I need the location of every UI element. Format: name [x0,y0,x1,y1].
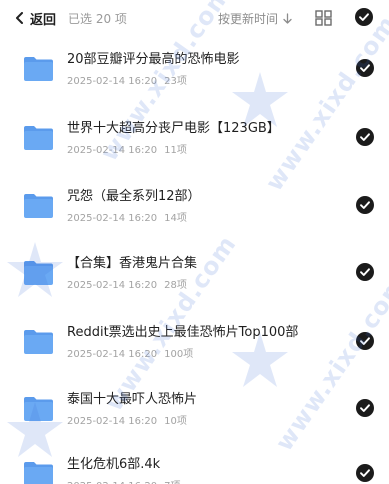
file-row[interactable]: 【合集】香港鬼片合集 2025-02-14 16:20 28项 [0,244,389,304]
grid-view-icon[interactable] [315,10,332,26]
file-meta: 2025-02-14 16:207项 [67,477,181,484]
file-row[interactable]: 20部豆瓣评分最高的恐怖电影 2025-02-14 16:20 23项 [0,40,389,100]
file-item-count: 10项 [164,416,187,427]
file-name: 生化危机6部.4k [67,457,161,472]
folder-icon [24,462,53,484]
selection-header: 返回 已选 20 项 按更新时间 [0,0,389,36]
file-item-count: 100项 [164,349,194,360]
file-row[interactable]: Reddit票选出史上最佳恐怖片Top100部 2025-02-14 16:20 1… [0,313,389,373]
file-name: 【合集】香港鬼片合集 [67,256,198,271]
file-date: 2025-02-14 16:20 [67,213,158,224]
file-meta: 2025-02-14 16:20 10项 [67,412,187,427]
file-name: 咒怨（最全系列12部） [67,189,201,204]
file-row[interactable]: 世界十大超高分丧尸电影【123GB】 2025-02-14 16:20 11项 [0,109,389,169]
sort-label: 按更新时间 [218,12,279,26]
folder-icon [24,57,53,81]
folder-icon [24,397,53,421]
file-meta: 2025-02-14 16:20 23项 [67,72,187,87]
file-meta: 2025-02-14 16:20 28项 [67,276,187,291]
file-name: Reddit票选出史上最佳恐怖片Top100部 [67,325,299,340]
folder-icon [24,261,53,285]
file-date: 2025-02-14 16:20 [67,416,158,427]
file-meta: 2025-02-14 16:20 11项 [67,141,187,156]
checkmark-circle-icon[interactable] [356,399,374,417]
file-row[interactable]: 咒怨（最全系列12部） 2025-02-14 16:20 14项 [0,177,389,237]
folder-icon [24,330,53,354]
back-button[interactable]: 返回 [15,9,57,28]
file-name: 泰国十大最吓人恐怖片 [67,392,198,407]
file-date: 2025-02-14 16:20 [67,145,158,156]
checkmark-circle-icon[interactable] [356,332,374,350]
file-date: 2025-02-14 16:20 [67,349,158,360]
file-name: 20部豆瓣评分最高的恐怖电影 [67,52,240,67]
file-item-count: 14项 [164,213,187,224]
back-label: 返回 [30,12,57,28]
file-selection-screen: 返回 已选 20 项 按更新时间 20部豆瓣评分最高的恐怖电影 2025-02-1… [0,0,389,484]
sort-button[interactable]: 按更新时间 [218,10,292,27]
arrow-down-icon [283,13,292,24]
file-name: 世界十大超高分丧尸电影【123GB】 [67,121,280,136]
selected-count: 已选 20 项 [68,12,127,26]
file-meta: 2025-02-14 16:20 14项 [67,209,187,224]
file-meta: 2025-02-14 16:20 100项 [67,345,193,360]
checkmark-circle-icon[interactable] [356,196,374,214]
file-item-count: 23项 [164,76,187,87]
folder-icon [24,126,53,150]
checkmark-circle-icon[interactable] [356,464,374,482]
folder-icon [24,194,53,218]
file-row[interactable]: 生化危机6部.4k 2025-02-14 16:207项 [0,445,389,484]
select-all-checkmark-icon[interactable] [355,8,373,26]
file-item-count: 28项 [164,280,187,291]
chevron-left-icon [16,12,23,24]
checkmark-circle-icon[interactable] [356,128,374,146]
checkmark-circle-icon[interactable] [356,59,374,77]
file-date: 2025-02-14 16:20 [67,280,158,291]
file-item-count: 11项 [164,145,187,156]
file-date: 2025-02-14 16:20 [67,76,158,87]
checkmark-circle-icon[interactable] [356,263,374,281]
file-row[interactable]: 泰国十大最吓人恐怖片 2025-02-14 16:20 10项 [0,380,389,440]
